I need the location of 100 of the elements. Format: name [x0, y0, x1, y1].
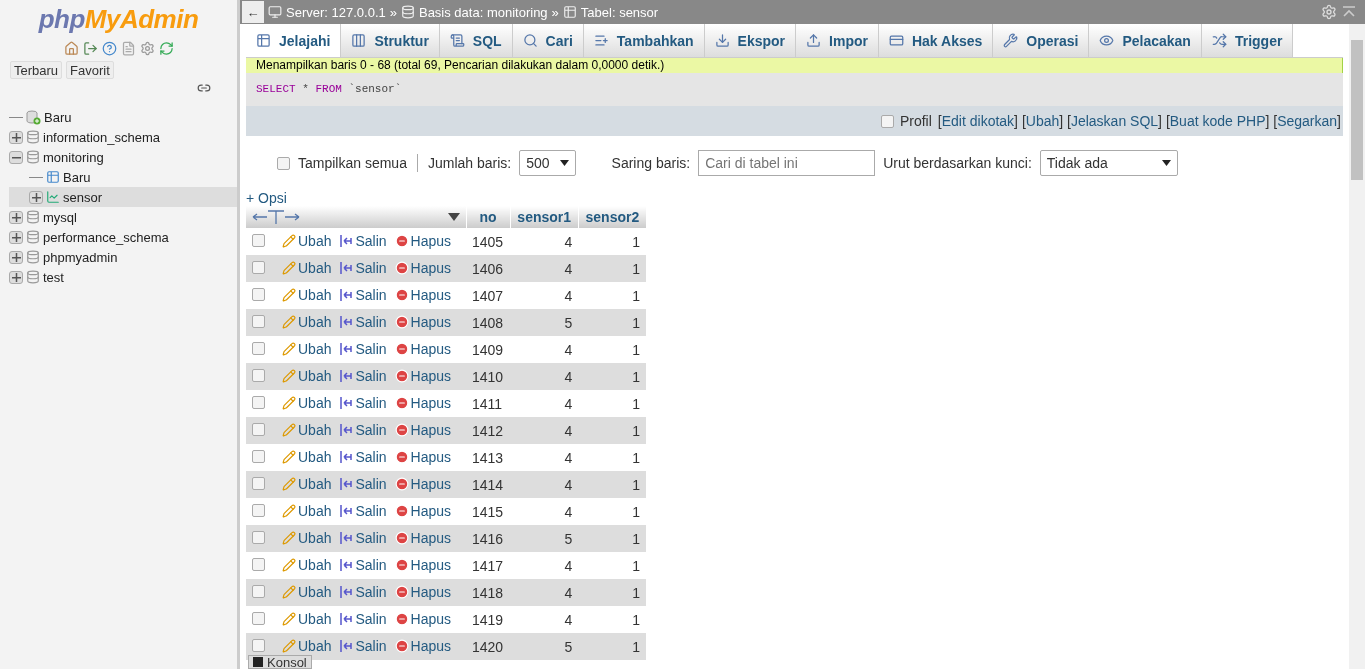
- delete-link[interactable]: Hapus: [394, 556, 452, 573]
- tab[interactable]: SQL: [439, 24, 513, 57]
- delete-link[interactable]: Hapus: [394, 394, 452, 411]
- delete-link[interactable]: Hapus: [394, 286, 452, 303]
- delete-link[interactable]: Hapus: [394, 340, 452, 357]
- edit-link[interactable]: Ubah: [282, 286, 332, 303]
- tree-item[interactable]: mysql: [9, 207, 237, 227]
- collapse-top-icon[interactable]: [1341, 5, 1357, 19]
- column-header[interactable]: sensor2: [578, 206, 646, 228]
- column-header[interactable]: no: [466, 206, 511, 228]
- row-checkbox[interactable]: [252, 638, 265, 652]
- copy-link[interactable]: Salin: [339, 286, 387, 303]
- delete-link[interactable]: Hapus: [394, 448, 452, 465]
- recent-button[interactable]: Terbaru: [10, 61, 63, 79]
- copy-link[interactable]: Salin: [339, 259, 387, 276]
- tab[interactable]: Impor: [796, 24, 879, 57]
- delete-link[interactable]: Hapus: [394, 529, 452, 546]
- row-checkbox[interactable]: [252, 557, 265, 571]
- copy-link[interactable]: Salin: [339, 340, 387, 357]
- expand-icon[interactable]: [9, 250, 23, 264]
- link[interactable]: Buat kode PHP: [1169, 113, 1266, 129]
- edit-link[interactable]: Ubah: [282, 637, 332, 654]
- settings-icon[interactable]: [139, 41, 155, 56]
- link[interactable]: Segarkan: [1277, 113, 1338, 129]
- collapse-icon[interactable]: [9, 150, 23, 164]
- tab[interactable]: Trigger: [1201, 24, 1294, 57]
- back-button[interactable]: ←: [242, 1, 264, 23]
- breadcrumb-link[interactable]: Basis data: monitoring: [418, 4, 548, 20]
- copy-link[interactable]: Salin: [339, 421, 387, 438]
- row-checkbox[interactable]: [252, 584, 265, 598]
- row-checkbox[interactable]: [252, 233, 265, 247]
- copy-link[interactable]: Salin: [339, 394, 387, 411]
- delete-link[interactable]: Hapus: [394, 583, 452, 600]
- tree-item[interactable]: Baru: [9, 107, 237, 127]
- edit-link[interactable]: Ubah: [282, 475, 332, 492]
- expand-icon[interactable]: [9, 270, 23, 284]
- expand-icon[interactable]: [9, 230, 23, 244]
- edit-link[interactable]: Ubah: [282, 556, 332, 573]
- copy-link[interactable]: Salin: [339, 367, 387, 384]
- delete-link[interactable]: Hapus: [394, 502, 452, 519]
- edit-link[interactable]: Ubah: [282, 259, 332, 276]
- sort-dropdown[interactable]: Tidak ada: [1039, 150, 1178, 176]
- tree-item[interactable]: sensor: [9, 187, 237, 207]
- edit-link[interactable]: Ubah: [282, 367, 332, 384]
- options-link[interactable]: + Opsi: [246, 190, 287, 206]
- copy-link[interactable]: Salin: [339, 448, 387, 465]
- copy-link[interactable]: Salin: [339, 583, 387, 600]
- copy-link[interactable]: Salin: [339, 232, 387, 249]
- tree-item[interactable]: Baru: [9, 167, 237, 187]
- edit-link[interactable]: Ubah: [282, 340, 332, 357]
- delete-link[interactable]: Hapus: [394, 232, 452, 249]
- breadcrumb-link[interactable]: Server: 127.0.0.1: [286, 4, 386, 20]
- edit-link[interactable]: Ubah: [282, 448, 332, 465]
- delete-link[interactable]: Hapus: [394, 367, 452, 384]
- edit-link[interactable]: Ubah: [282, 529, 332, 546]
- rows-dropdown[interactable]: 500: [519, 150, 576, 176]
- favorites-button[interactable]: Favorit: [66, 61, 114, 79]
- edit-link[interactable]: Ubah: [282, 313, 332, 330]
- edit-link[interactable]: Ubah: [282, 502, 332, 519]
- tab[interactable]: Tambahkan: [583, 24, 705, 57]
- copy-link[interactable]: Salin: [339, 529, 387, 546]
- tab[interactable]: Hak Akses: [878, 24, 994, 57]
- row-checkbox[interactable]: [252, 476, 265, 490]
- expand-icon[interactable]: [9, 210, 23, 224]
- row-checkbox[interactable]: [252, 368, 265, 382]
- copy-link[interactable]: Salin: [339, 502, 387, 519]
- edit-link[interactable]: Ubah: [282, 583, 332, 600]
- row-checkbox[interactable]: [252, 611, 265, 625]
- delete-link[interactable]: Hapus: [394, 610, 452, 627]
- row-checkbox[interactable]: [252, 449, 265, 463]
- link-icon[interactable]: [197, 81, 211, 95]
- console-button[interactable]: Konsol: [248, 655, 312, 669]
- row-checkbox[interactable]: [252, 314, 265, 328]
- breadcrumb-link[interactable]: Tabel: sensor: [580, 4, 659, 20]
- tab[interactable]: Cari: [512, 24, 584, 57]
- copy-link[interactable]: Salin: [339, 475, 387, 492]
- row-checkbox[interactable]: [252, 503, 265, 517]
- tab[interactable]: Ekspor: [704, 24, 797, 57]
- expand-icon[interactable]: [29, 190, 43, 204]
- checkbox[interactable]: [880, 114, 894, 128]
- delete-link[interactable]: Hapus: [394, 475, 452, 492]
- edit-link[interactable]: Ubah: [282, 610, 332, 627]
- tree-item[interactable]: test: [9, 267, 237, 287]
- expand-icon[interactable]: [9, 130, 23, 144]
- filter-field[interactable]: Cari di tabel ini: [698, 150, 876, 176]
- refresh-icon[interactable]: [158, 41, 174, 56]
- edit-link[interactable]: Ubah: [282, 232, 332, 249]
- column-header[interactable]: sensor1: [510, 206, 579, 228]
- row-checkbox[interactable]: [252, 395, 265, 409]
- row-checkbox[interactable]: [252, 287, 265, 301]
- exit-icon[interactable]: [82, 41, 98, 56]
- document-icon[interactable]: [120, 41, 136, 56]
- tab[interactable]: Struktur: [341, 24, 440, 57]
- edit-link[interactable]: Ubah: [282, 421, 332, 438]
- tab[interactable]: Operasi: [993, 24, 1090, 57]
- delete-link[interactable]: Hapus: [394, 637, 452, 654]
- row-checkbox[interactable]: [252, 422, 265, 436]
- home-icon[interactable]: [63, 41, 79, 56]
- row-checkbox[interactable]: [252, 341, 265, 355]
- tree-item[interactable]: phpmyadmin: [9, 247, 237, 267]
